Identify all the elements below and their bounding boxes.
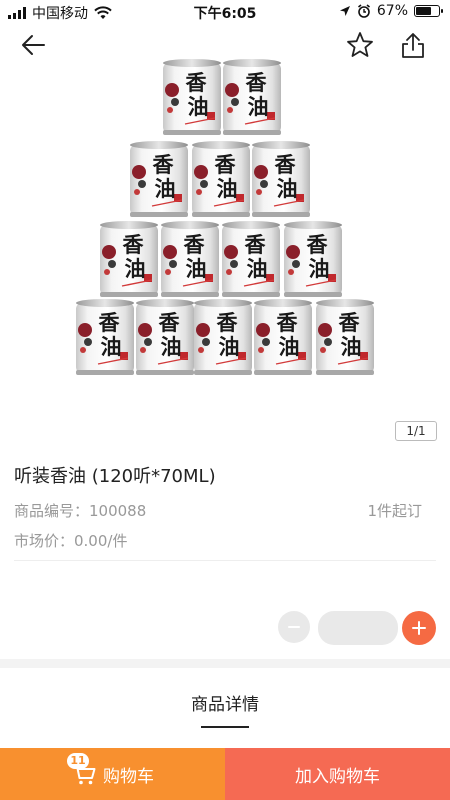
can-label: 油 [217, 176, 238, 201]
oil-can: 香油 [76, 299, 134, 375]
oil-can: 香油 [223, 59, 281, 135]
oil-can: 香油 [130, 141, 188, 217]
oil-can: 香油 [161, 221, 219, 297]
can-label: 香 [307, 232, 329, 257]
can-label: 香 [217, 310, 239, 335]
oil-can: 香油 [100, 221, 158, 297]
market-price: 市场价：0.00/件 [14, 532, 128, 550]
status-bar: 中国移动 下午6:05 67% [0, 0, 450, 24]
can-label: 油 [125, 256, 146, 281]
can-label: 油 [188, 94, 209, 119]
bottom-action-bar: 11 购物车 加入购物车 [0, 748, 450, 800]
can-label: 香 [277, 310, 299, 335]
location-icon [339, 6, 350, 16]
can-label: 香 [184, 232, 206, 257]
can-label: 油 [277, 176, 298, 201]
can-label: 香 [215, 152, 237, 177]
sku-row: 商品编号：100088 1件起订 [14, 500, 438, 521]
share-icon [402, 33, 424, 58]
oil-can: 香油 [316, 299, 374, 375]
minus-icon [288, 626, 300, 628]
oil-can: 香油 [252, 141, 310, 217]
quantity-plus-button[interactable] [402, 611, 436, 645]
can-label: 香 [186, 70, 208, 95]
battery-icon [414, 5, 443, 17]
can-label: 香 [153, 152, 175, 177]
cart-icon-wrap: 11 [67, 753, 97, 787]
can-label: 油 [186, 256, 207, 281]
can-label: 油 [341, 334, 362, 359]
can-label: 油 [247, 256, 268, 281]
can-label: 油 [279, 334, 300, 359]
can-label: 香 [246, 70, 268, 95]
oil-can: 香油 [284, 221, 342, 297]
can-label: 油 [101, 334, 122, 359]
can-stack: 香油香油香油香油香油香油香油香油香油香油香油香油香油香油 [76, 59, 374, 375]
oil-can: 香油 [136, 299, 194, 375]
plus-icon [412, 621, 426, 635]
min-order: 1件起订 [367, 502, 422, 520]
quantity-input[interactable] [318, 611, 398, 645]
battery-percent: 67% [376, 3, 408, 19]
cart-label: 购物车 [103, 766, 154, 787]
oil-can: 香油 [194, 299, 252, 375]
add-to-cart-button[interactable]: 加入购物车 [225, 748, 450, 800]
can-label: 香 [99, 310, 121, 335]
can-label: 油 [309, 256, 330, 281]
battery-fill [416, 7, 431, 15]
status-right: 67% [339, 3, 443, 19]
section-separator [0, 659, 450, 668]
can-label: 香 [275, 152, 297, 177]
tab-product-details[interactable]: 商品详情 [0, 690, 450, 715]
alarm-icon [357, 4, 370, 18]
product-image[interactable]: 香油香油香油香油香油香油香油香油香油香油香油香油香油香油 [70, 48, 380, 388]
can-label: 油 [161, 334, 182, 359]
can-label: 油 [248, 94, 269, 119]
image-counter: 1/1 [395, 421, 437, 441]
divider [14, 560, 436, 561]
cart-button[interactable]: 11 购物车 [0, 748, 225, 800]
sku-label: 商品编号：100088 [14, 502, 147, 520]
oil-can: 香油 [254, 299, 312, 375]
tab-active-indicator [201, 726, 249, 728]
back-arrow-icon [22, 35, 45, 55]
can-label: 油 [155, 176, 176, 201]
quantity-minus-button[interactable] [278, 611, 310, 643]
cart-count-badge: 11 [67, 753, 89, 769]
share-button[interactable] [396, 28, 430, 62]
can-label: 香 [159, 310, 181, 335]
oil-can: 香油 [222, 221, 280, 297]
can-label: 油 [219, 334, 240, 359]
oil-can: 香油 [192, 141, 250, 217]
can-label: 香 [123, 232, 145, 257]
product-title: 听装香油 (120听*70ML) [14, 466, 216, 487]
back-button[interactable] [16, 28, 50, 62]
can-label: 香 [245, 232, 267, 257]
can-label: 香 [339, 310, 361, 335]
oil-can: 香油 [163, 59, 221, 135]
